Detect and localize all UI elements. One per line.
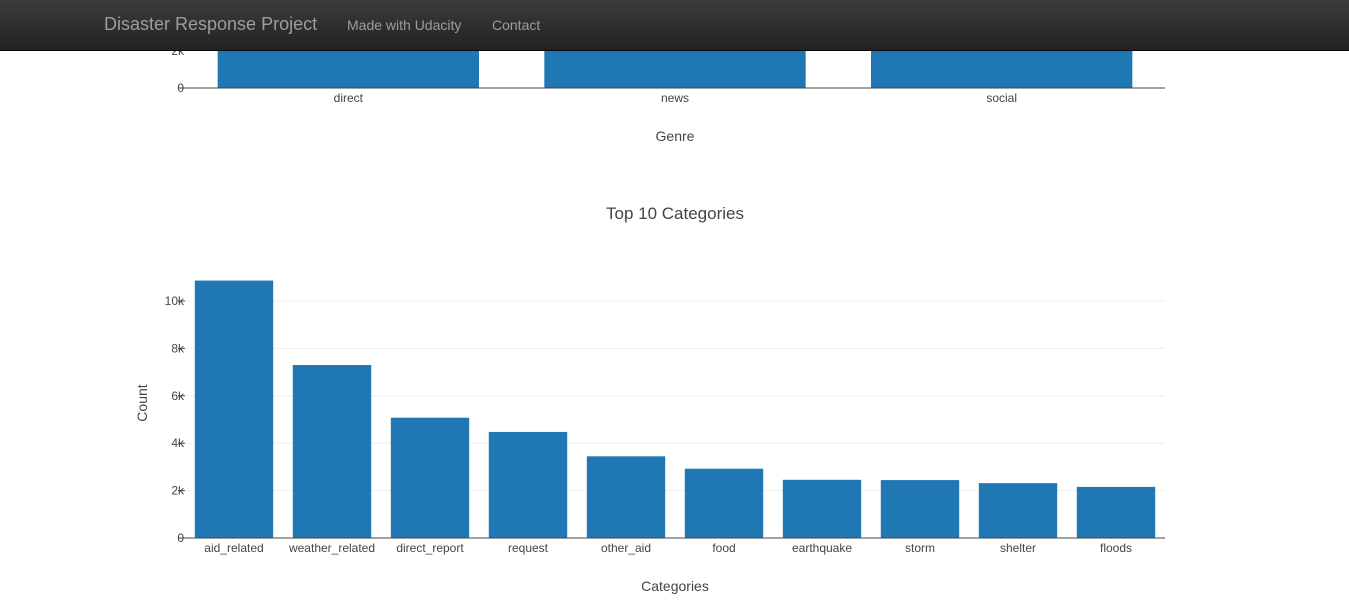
bar-other-aid — [586, 456, 666, 538]
xtick-label: direct_report — [396, 541, 464, 555]
xtick-label: earthquake — [792, 541, 852, 555]
ytick-label: 8k — [171, 341, 185, 355]
genre-bar-social — [871, 50, 1133, 88]
xtick-label: weather_related — [288, 541, 375, 555]
xtick-label: shelter — [1000, 541, 1036, 555]
genre-bar-direct — [217, 50, 479, 88]
xtick-label: storm — [905, 541, 935, 555]
genre-chart: direct news social02kGenre — [171, 44, 1165, 144]
brand-link[interactable]: Disaster Response Project — [104, 14, 317, 35]
ytick-label: 10k — [165, 294, 185, 308]
genre-tick-label: news — [661, 91, 689, 105]
xtick-label: other_aid — [601, 541, 651, 555]
genre-tick-label: direct — [334, 91, 364, 105]
nav-link-udacity[interactable]: Made with Udacity — [347, 17, 461, 33]
ytick-label: 0 — [177, 531, 184, 545]
genre-tick-label: social — [986, 91, 1017, 105]
x-axis-title: Categories — [641, 578, 709, 594]
chart-title: Top 10 Categories — [606, 204, 744, 223]
xtick-label: aid_related — [204, 541, 263, 555]
charts-area: direct news social 0 2k Genre 0 2k 4k 6k 8k 10k aid… — [134, 44, 1165, 594]
ytick-label: 4k — [171, 436, 185, 450]
ytick-label: 2k — [171, 484, 185, 498]
xtick-label: food — [712, 541, 735, 555]
bar-aid-related — [194, 280, 274, 538]
bar-food — [684, 468, 764, 538]
bar-request — [488, 431, 568, 538]
ytick-label: 6k — [171, 389, 185, 403]
bar-direct-report — [390, 417, 470, 538]
bar-weather-related — [292, 365, 372, 538]
y-axis-title: Count — [134, 384, 150, 421]
bar-earthquake — [782, 479, 862, 538]
top-categories-chart: 0 2k 4k 6k 8k 10k aid_related weather_related di… — [134, 204, 1165, 594]
xtick-label: floods — [1100, 541, 1132, 555]
nav-link-contact[interactable]: Contact — [492, 17, 540, 33]
genre-bar-news — [544, 50, 806, 88]
xtick-label: request — [508, 541, 549, 555]
genre-x-axis-title: Genre — [656, 128, 695, 144]
bar-storm — [880, 480, 960, 538]
navbar: Disaster Response Project Made with Udac… — [0, 0, 1349, 51]
bar-shelter — [978, 483, 1058, 538]
bar-floods — [1076, 486, 1156, 538]
